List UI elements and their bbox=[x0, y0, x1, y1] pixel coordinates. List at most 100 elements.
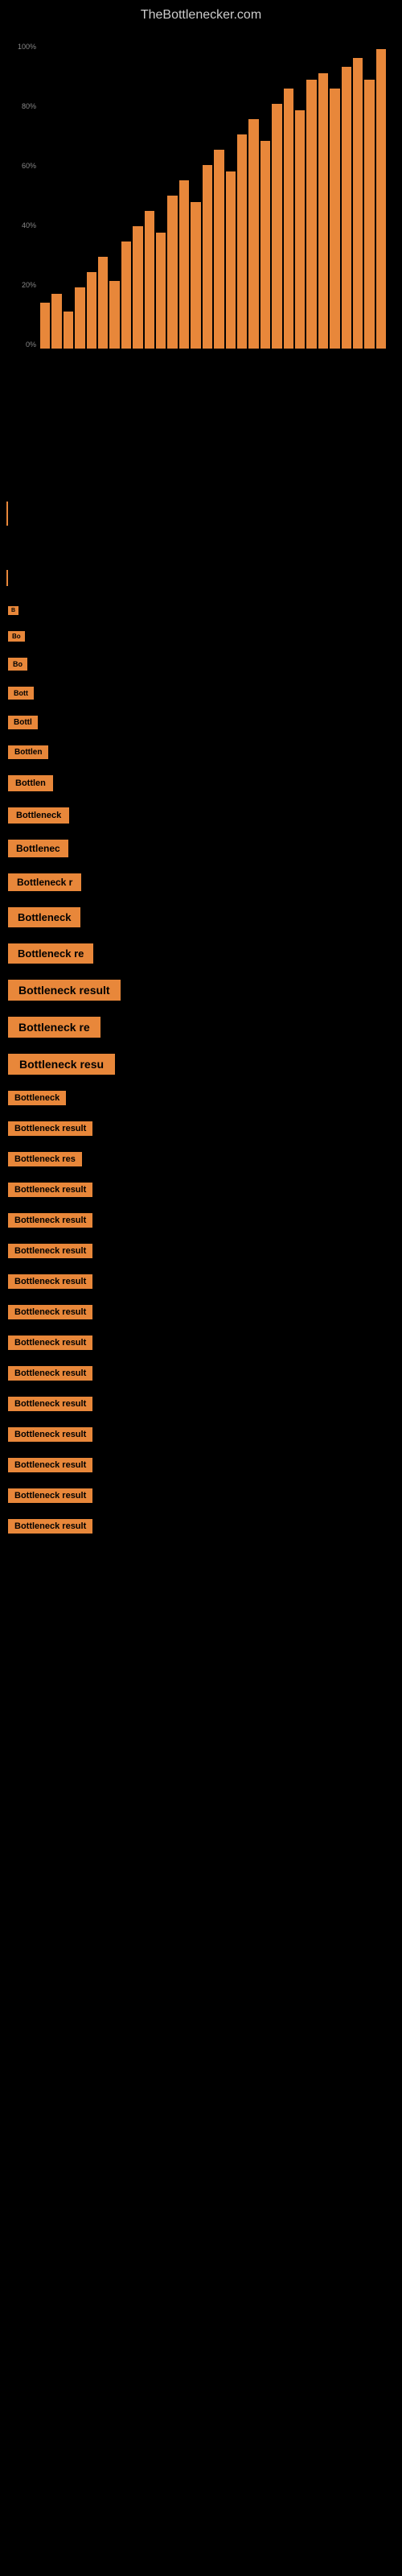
chart-bar bbox=[87, 272, 96, 349]
list-item: Bottleneck result bbox=[8, 1213, 394, 1228]
chart-bar bbox=[64, 312, 73, 349]
list-item: Bottleneck result bbox=[8, 1183, 394, 1197]
chart-bar bbox=[145, 211, 154, 349]
bottleneck-result-label: Bo bbox=[8, 658, 27, 671]
bottleneck-result-label: Bottleneck result bbox=[8, 1397, 92, 1411]
bottleneck-result-label: Bottleneck result bbox=[8, 1183, 92, 1197]
bottleneck-result-label: Bottleneck bbox=[8, 1091, 66, 1105]
bottleneck-result-label: Bottleneck r bbox=[8, 873, 81, 891]
bottleneck-result-label: Bottlenec bbox=[8, 840, 68, 857]
list-item: Bottleneck result bbox=[8, 980, 394, 1001]
bottleneck-result-label: Bottleneck re bbox=[8, 1017, 100, 1038]
list-item: Bottlenec bbox=[8, 840, 394, 857]
list-item: Bottleneck re bbox=[8, 943, 394, 964]
vertical-indicator-1 bbox=[6, 502, 8, 526]
chart-bar bbox=[295, 110, 305, 349]
list-item: Bo bbox=[8, 631, 394, 642]
bottleneck-result-label: Bottleneck result bbox=[8, 1274, 92, 1289]
list-item: Bottleneck result bbox=[8, 1427, 394, 1442]
y-axis-label: 80% bbox=[22, 102, 36, 110]
chart-bar bbox=[272, 104, 281, 349]
bottleneck-result-label: Bottleneck result bbox=[8, 1488, 92, 1503]
chart-container: 100% 80% 60% 40% 20% 0% bbox=[8, 35, 394, 373]
bottleneck-result-label: Bottleneck res bbox=[8, 1152, 82, 1166]
bottleneck-result-label: Bottleneck result bbox=[8, 1244, 92, 1258]
list-item: Bottleneck result bbox=[8, 1458, 394, 1472]
list-item: Bott bbox=[8, 687, 394, 700]
chart-bar bbox=[226, 171, 236, 349]
list-item: Bottleneck result bbox=[8, 1366, 394, 1381]
bottleneck-result-label: Bottleneck result bbox=[8, 1121, 92, 1136]
site-title: TheBottlenecker.com bbox=[0, 0, 402, 27]
bottleneck-result-label: Bottleneck result bbox=[8, 1427, 92, 1442]
y-axis-label: 40% bbox=[22, 221, 36, 229]
list-item: Bottleneck resu bbox=[8, 1054, 394, 1075]
chart-bar bbox=[330, 89, 339, 349]
bottleneck-result-label: Bottleneck result bbox=[8, 1458, 92, 1472]
bottleneck-result-label: Bo bbox=[8, 631, 25, 642]
list-item: B bbox=[8, 606, 394, 615]
chart-bar bbox=[237, 134, 247, 349]
list-item: Bottleneck result bbox=[8, 1488, 394, 1503]
bottleneck-result-label: Bott bbox=[8, 687, 34, 700]
y-axis-label: 0% bbox=[26, 341, 36, 349]
chart-bar bbox=[364, 80, 374, 349]
list-item: Bottleneck result bbox=[8, 1335, 394, 1350]
list-item: Bottl bbox=[8, 716, 394, 729]
list-item: Bottleneck result bbox=[8, 1244, 394, 1258]
results-section: B Bo Bo Bott Bottl Bottlen Bottlen Bottleneck Bo… bbox=[0, 590, 402, 1558]
chart-bar bbox=[260, 141, 270, 349]
bottleneck-result-label: Bottlen bbox=[8, 745, 48, 759]
list-item: Bottleneck result bbox=[8, 1121, 394, 1136]
bottleneck-result-label: Bottleneck result bbox=[8, 1366, 92, 1381]
chart-x-axis bbox=[40, 349, 386, 373]
bottleneck-result-label: Bottlen bbox=[8, 775, 53, 791]
chart-bar bbox=[353, 58, 363, 349]
bottleneck-result-label: Bottleneck result bbox=[8, 1519, 92, 1534]
chart-bar bbox=[284, 89, 293, 349]
chart-bar bbox=[109, 281, 119, 349]
chart-bar bbox=[179, 180, 189, 349]
list-item: Bo bbox=[8, 658, 394, 671]
y-axis-label: 100% bbox=[18, 43, 36, 51]
chart-bar bbox=[156, 233, 166, 349]
chart-bar bbox=[318, 73, 328, 349]
chart-bar bbox=[98, 257, 108, 349]
list-item: Bottleneck res bbox=[8, 1152, 394, 1166]
chart-bar bbox=[121, 242, 131, 349]
chart-bar bbox=[167, 196, 177, 349]
bottleneck-result-label: Bottleneck resu bbox=[8, 1054, 115, 1075]
list-item: Bottleneck result bbox=[8, 1274, 394, 1289]
chart-bar bbox=[248, 119, 258, 349]
chart-bar bbox=[40, 303, 50, 349]
chart-bar bbox=[133, 226, 142, 349]
bottleneck-result-label: Bottleneck result bbox=[8, 1305, 92, 1319]
chart-bar bbox=[51, 294, 61, 349]
chart-bar bbox=[342, 67, 351, 349]
bottleneck-result-label: Bottleneck bbox=[8, 807, 69, 824]
bottleneck-result-label: Bottleneck re bbox=[8, 943, 93, 964]
y-axis-label: 60% bbox=[22, 162, 36, 170]
list-item: Bottleneck result bbox=[8, 1305, 394, 1319]
bottleneck-result-label: Bottleneck result bbox=[8, 1213, 92, 1228]
list-item: Bottleneck bbox=[8, 807, 394, 824]
list-item: Bottleneck r bbox=[8, 873, 394, 891]
bottleneck-result-label: Bottleneck result bbox=[8, 980, 121, 1001]
chart-y-axis: 100% 80% 60% 40% 20% 0% bbox=[8, 43, 40, 349]
chart-bar bbox=[203, 165, 212, 349]
list-item: Bottleneck bbox=[8, 907, 394, 927]
chart-bars-container bbox=[40, 43, 386, 349]
list-item: Bottleneck result bbox=[8, 1397, 394, 1411]
list-item: Bottleneck result bbox=[8, 1519, 394, 1534]
bottleneck-result-label: Bottleneck bbox=[8, 907, 80, 927]
chart-bar bbox=[75, 287, 84, 349]
y-axis-label: 20% bbox=[22, 281, 36, 289]
bottleneck-result-label: Bottl bbox=[8, 716, 38, 729]
chart-bar bbox=[306, 80, 316, 349]
chart-bar bbox=[191, 202, 200, 349]
vertical-indicator-2 bbox=[6, 570, 8, 586]
bottleneck-result-label: Bottleneck result bbox=[8, 1335, 92, 1350]
list-item: Bottleneck bbox=[8, 1091, 394, 1105]
bottleneck-result-label: B bbox=[8, 606, 18, 615]
chart-bar bbox=[376, 49, 386, 349]
